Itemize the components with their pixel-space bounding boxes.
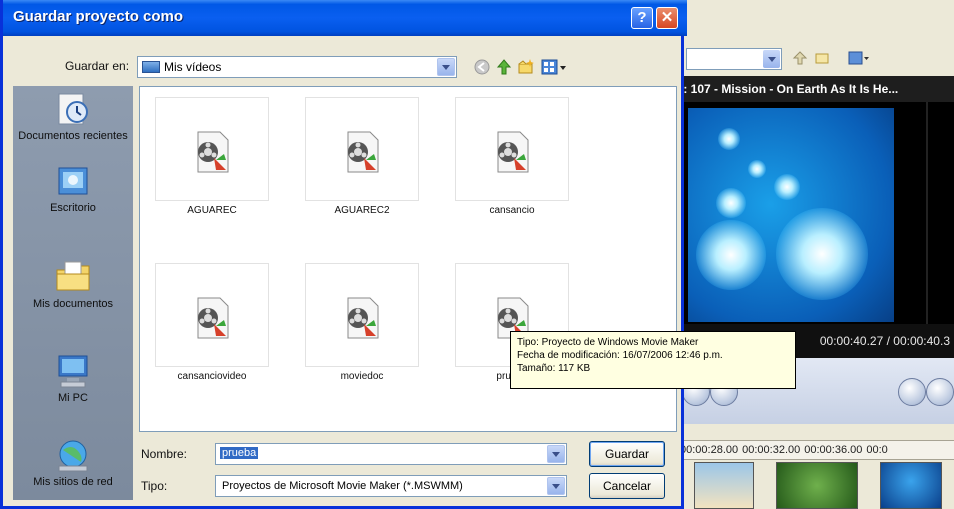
timeline-tick: 00:0 (866, 444, 888, 456)
tooltip-size: Tamaño: 117 KB (517, 363, 591, 374)
file-name: cansanciovideo (177, 371, 247, 382)
desktop-icon (58, 167, 88, 195)
close-button[interactable]: ✕ (656, 7, 678, 29)
recent-documents-icon (58, 93, 88, 125)
place-my-documents[interactable]: Mis documentos (13, 258, 133, 311)
preview-title-text: o: 107 - Mission - On Earth As It Is He.… (676, 82, 899, 96)
dialog-titlebar: Guardar proyecto como ? ✕ (3, 0, 687, 36)
timeline-tick: 00:00:36.00 (804, 444, 863, 456)
save-in-combo[interactable]: Mis vídeos (137, 56, 457, 78)
help-button[interactable]: ? (631, 7, 653, 29)
file-name-value: prueba (220, 447, 259, 459)
timeline-clip[interactable] (694, 462, 754, 509)
place-label: Mi PC (58, 392, 88, 404)
place-recent-documents[interactable]: Documentos recientes (13, 90, 133, 143)
chevron-down-icon[interactable] (547, 477, 565, 495)
snapshot-button[interactable] (926, 378, 954, 406)
chevron-down-icon[interactable] (547, 445, 565, 463)
save-in-label: Guardar en: (65, 59, 130, 73)
time-readout-text: 00:00:40.27 / 00:00:40.3 (819, 334, 950, 348)
folder-icon (142, 61, 160, 73)
up-folder-icon[interactable] (792, 50, 808, 66)
save-in-value: Mis vídeos (164, 60, 222, 74)
file-item[interactable]: AGUAREC2 (302, 97, 422, 216)
timeline-ruler: 00:00:28.00 00:00:32.00 00:00:36.00 00:0 (676, 440, 954, 460)
my-documents-icon (56, 261, 90, 291)
movie-project-file-icon (347, 297, 379, 339)
place-label: Escritorio (50, 202, 96, 214)
timeline-clip[interactable] (880, 462, 942, 509)
views-icon[interactable] (848, 50, 870, 66)
movie-project-file-icon (197, 297, 229, 339)
network-places-icon (58, 440, 88, 472)
place-label: Documentos recientes (18, 130, 128, 142)
tooltip-modified: Fecha de modificación: 16/07/2006 12:46 … (517, 350, 723, 361)
timeline-clip[interactable] (776, 462, 858, 509)
chevron-down-icon[interactable] (437, 58, 455, 76)
file-item[interactable]: cansancio (452, 97, 572, 216)
timeline-tick: 00:00:28.00 (680, 444, 739, 456)
cancel-button[interactable]: Cancelar (589, 473, 665, 499)
save-project-dialog: Guardar proyecto como ? ✕ Guardar en: Mi… (0, 0, 687, 509)
type-label: Tipo: (141, 479, 168, 493)
my-computer-icon (58, 355, 88, 388)
chevron-down-icon[interactable] (763, 50, 780, 68)
place-my-computer[interactable]: Mi PC (13, 352, 133, 405)
file-item[interactable]: cansanciovideo (152, 263, 272, 382)
timeline-tick: 00:00:32.00 (742, 444, 801, 456)
file-name: AGUAREC (187, 205, 237, 216)
tooltip-type: Tipo: Proyecto de Windows Movie Maker (517, 337, 699, 348)
movie-project-file-icon (347, 131, 379, 173)
place-desktop[interactable]: Escritorio (13, 162, 133, 215)
file-tooltip: Tipo: Proyecto de Windows Movie Maker Fe… (510, 331, 796, 389)
preview-title: o: 107 - Mission - On Earth As It Is He.… (676, 76, 954, 102)
file-name-field[interactable]: prueba (215, 443, 567, 465)
movie-project-file-icon (197, 131, 229, 173)
name-label: Nombre: (141, 447, 188, 461)
places-bar: Documentos recientes Escritorio Mis docu… (13, 86, 133, 500)
up-folder-icon[interactable] (495, 58, 513, 76)
place-label: Mis sitios de red (33, 476, 113, 488)
file-name: cansancio (489, 205, 535, 216)
place-label: Mis documentos (32, 298, 114, 310)
views-menu-icon[interactable] (541, 58, 567, 76)
back-icon[interactable] (473, 58, 491, 76)
file-name: AGUAREC2 (334, 205, 390, 216)
movie-project-file-icon (497, 131, 529, 173)
collection-combo[interactable] (686, 48, 782, 70)
file-type-select[interactable]: Proyectos de Microsoft Movie Maker (*.MS… (215, 475, 567, 497)
video-preview (676, 102, 954, 324)
preview-screen (688, 108, 894, 322)
dialog-title: Guardar proyecto como (13, 8, 184, 25)
file-type-value: Proyectos de Microsoft Movie Maker (*.MS… (222, 480, 463, 492)
file-item[interactable]: moviedoc (302, 263, 422, 382)
new-folder-icon[interactable] (814, 50, 830, 66)
file-item[interactable]: AGUAREC (152, 97, 272, 216)
new-folder-icon[interactable] (517, 58, 535, 76)
save-button[interactable]: Guardar (589, 441, 665, 467)
file-name: moviedoc (340, 371, 384, 382)
place-network[interactable]: Mis sitios de red (13, 436, 133, 489)
split-clip-button[interactable] (898, 378, 926, 406)
